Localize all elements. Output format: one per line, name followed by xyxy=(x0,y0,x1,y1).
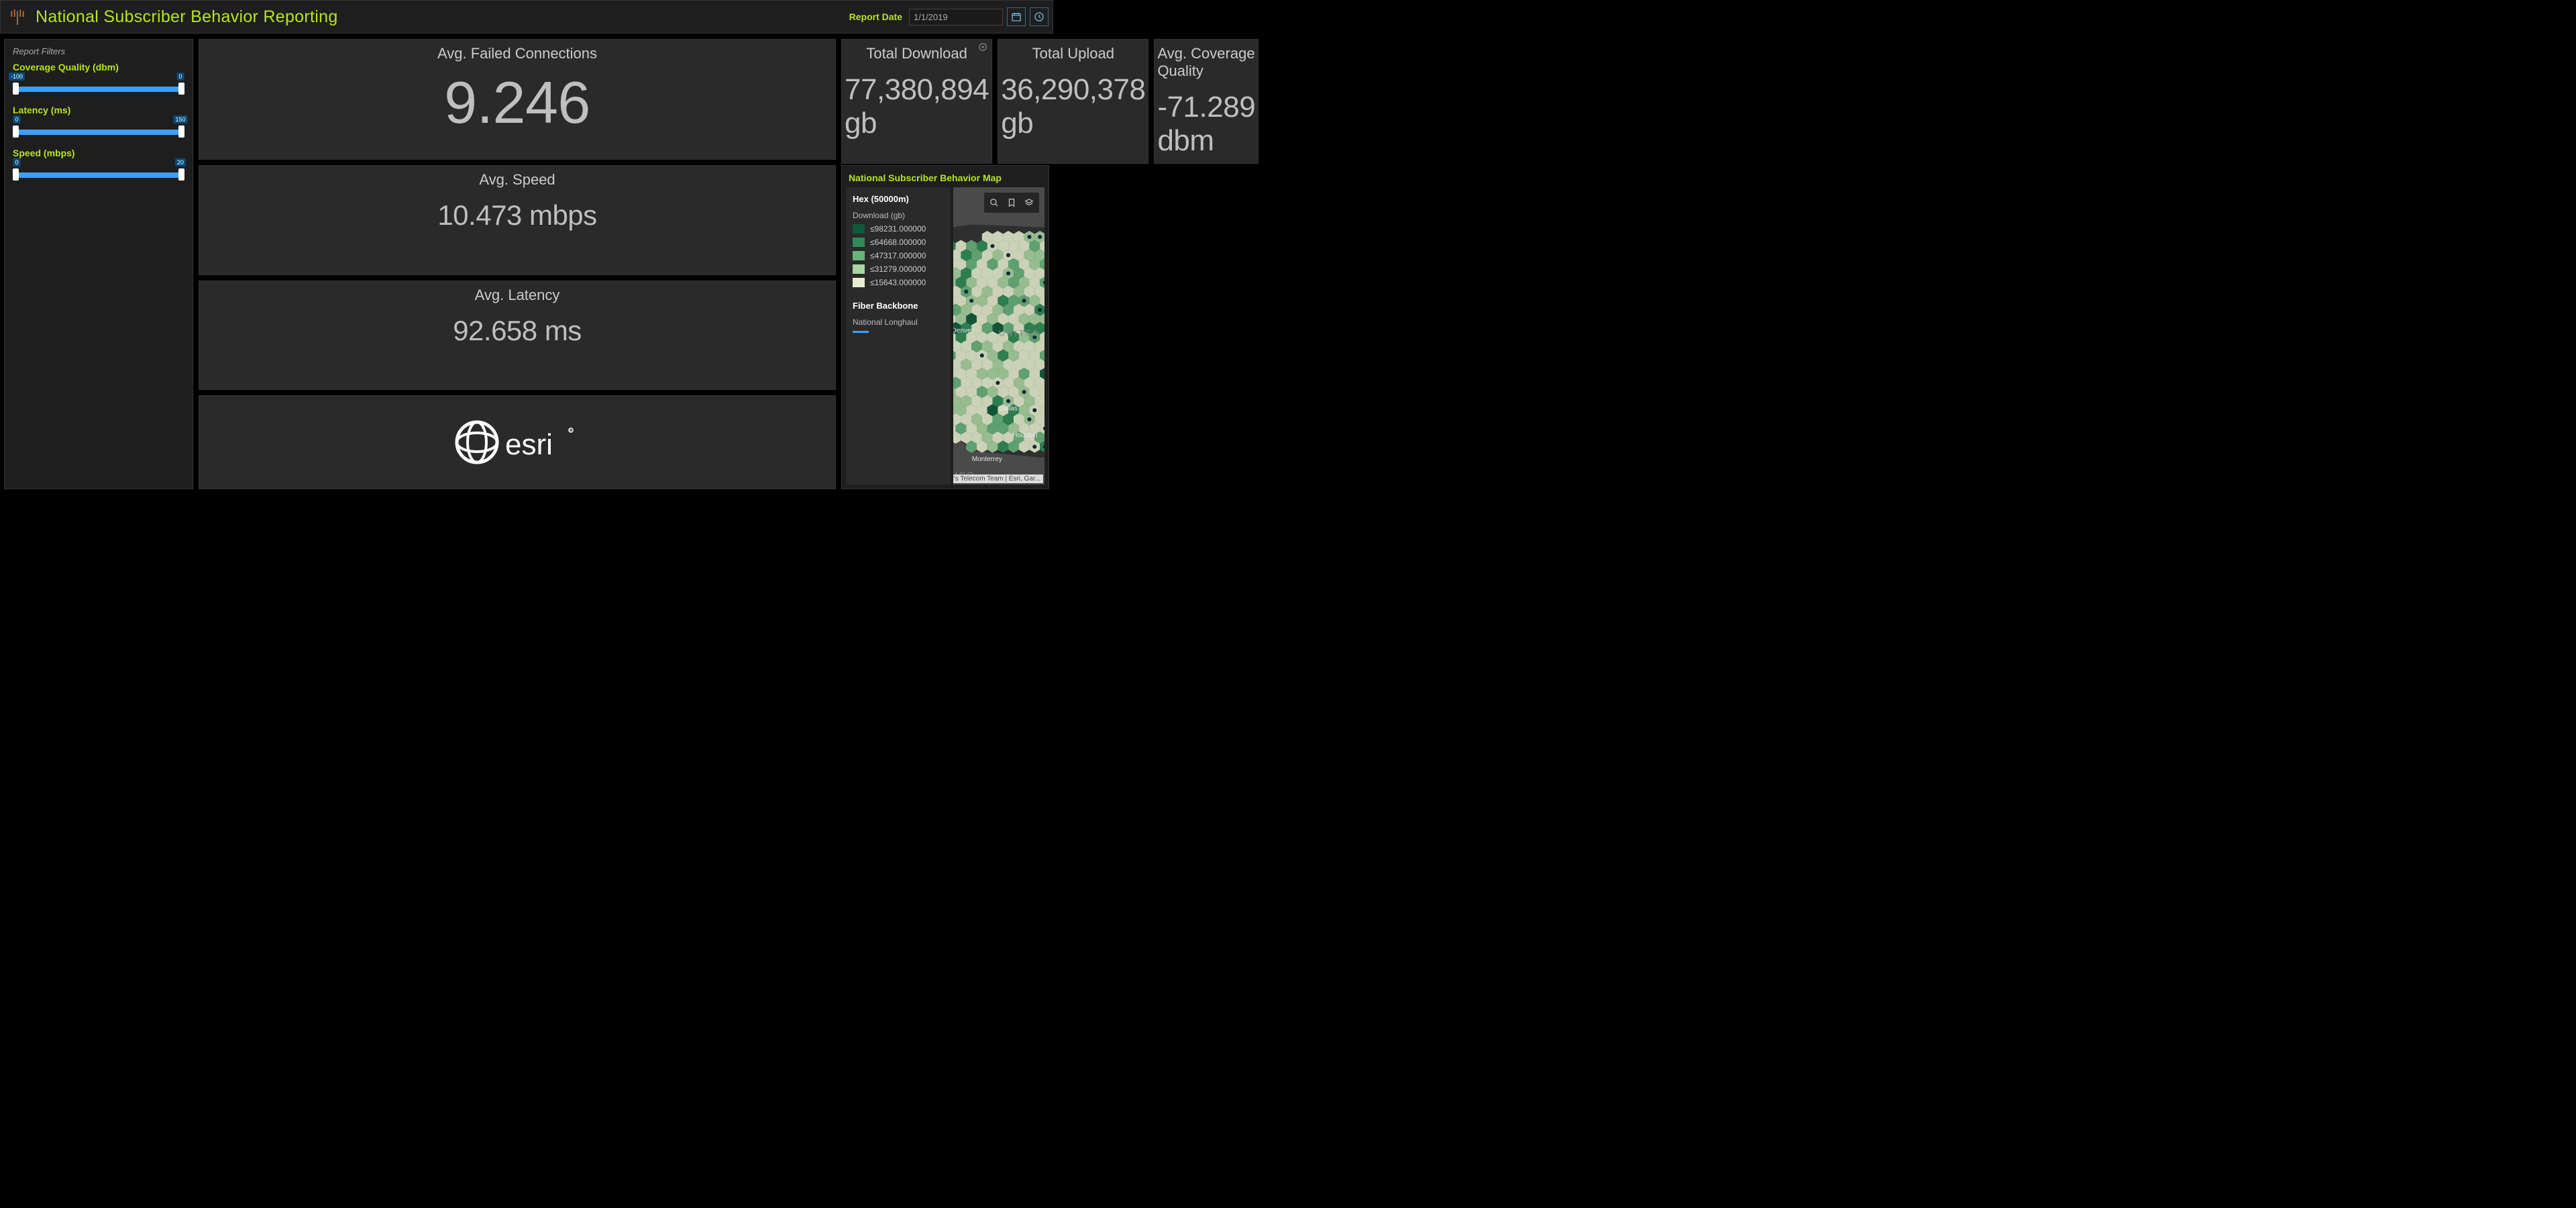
legend-layer-title: Hex (50000m) xyxy=(853,194,944,204)
metric-title: Avg. Failed Connections xyxy=(437,45,597,62)
metric-title: Total Upload xyxy=(1032,45,1114,62)
metric-value: 9.246 xyxy=(444,73,590,132)
layers-icon[interactable] xyxy=(1022,195,1036,210)
coverage-handle-min[interactable] xyxy=(13,83,19,95)
map-city-label: Dallas xyxy=(999,405,1018,412)
legend-class-item: ≤47317.000000 xyxy=(853,251,944,260)
map-canvas[interactable]: CalgaryVancouverSeattleSan FranciscoLos … xyxy=(953,187,1044,485)
coverage-min-badge: -100 xyxy=(9,72,25,81)
latency-handle-max[interactable] xyxy=(178,125,184,138)
esri-logo-icon: esri R xyxy=(450,415,584,469)
speed-handle-max[interactable] xyxy=(178,168,184,181)
map-city-label: Houston xyxy=(1012,432,1037,440)
app-logo-icon xyxy=(7,7,28,27)
speed-slider[interactable]: 0 20 xyxy=(13,169,184,179)
legend-field-label: Download (gb) xyxy=(853,211,944,220)
map-city-label: Denver xyxy=(953,327,974,334)
coverage-slider[interactable]: -100 0 xyxy=(13,83,184,93)
latency-slider[interactable]: 0 150 xyxy=(13,126,184,136)
bookmark-icon[interactable] xyxy=(1004,195,1019,210)
map-city-label: Monterrey xyxy=(972,456,1002,463)
filter-coverage: Coverage Quality (dbm) -100 0 xyxy=(13,62,184,93)
report-date-input[interactable] xyxy=(909,9,1003,26)
coverage-handle-max[interactable] xyxy=(178,83,184,95)
legend-swatch-icon xyxy=(853,264,865,274)
legend-swatch-icon xyxy=(853,224,865,234)
metric-title: Avg. Speed xyxy=(479,171,555,189)
metric-total-download: Total Download 77,380,894 gb xyxy=(841,39,992,164)
filter-speed-label: Speed (mbps) xyxy=(13,148,184,158)
metric-title: Total Download xyxy=(866,45,967,62)
filter-coverage-label: Coverage Quality (dbm) xyxy=(13,62,184,72)
speed-min-badge: 0 xyxy=(13,158,20,166)
legend-class-item: ≤15643.000000 xyxy=(853,278,944,287)
speed-max-badge: 20 xyxy=(175,158,186,166)
metric-value: 10.473 mbps xyxy=(437,199,596,232)
coverage-max-badge: 0 xyxy=(176,72,184,81)
metric-value: 92.658 ms xyxy=(453,315,582,347)
metric-title: Avg. Latency xyxy=(475,287,560,304)
speed-handle-min[interactable] xyxy=(13,168,19,181)
legend-class-label: ≤31279.000000 xyxy=(870,264,926,274)
filters-panel: Report Filters Coverage Quality (dbm) -1… xyxy=(4,39,193,489)
legend-fiber-line-icon xyxy=(853,331,869,333)
legend-swatch-icon xyxy=(853,238,865,247)
metric-avg-speed: Avg. Speed 10.473 mbps xyxy=(199,165,836,275)
metric-title: Avg. Coverage Quality xyxy=(1157,45,1255,80)
filter-latency: Latency (ms) 0 150 xyxy=(13,105,184,136)
legend-fiber-label: National Longhaul xyxy=(853,317,944,327)
map-toolbar xyxy=(984,193,1039,213)
map-section: National Subscriber Behavior Map Hex (50… xyxy=(841,165,1049,489)
filter-speed: Speed (mbps) 0 20 xyxy=(13,148,184,179)
latency-max-badge: 150 xyxy=(173,115,187,123)
map-city-label: UNITED STATES xyxy=(999,329,1044,338)
legend-class-item: ≤31279.000000 xyxy=(853,264,944,274)
expand-icon[interactable] xyxy=(978,42,989,53)
legend-class-label: ≤64668.000000 xyxy=(870,238,926,247)
map-legend-panel: Hex (50000m) Download (gb) ≤98231.000000… xyxy=(846,187,951,485)
latency-min-badge: 0 xyxy=(13,115,20,123)
metric-value: -71.289 dbm xyxy=(1157,91,1255,158)
metric-value: 77,380,894 gb xyxy=(845,73,989,140)
legend-class-label: ≤47317.000000 xyxy=(870,251,926,260)
metric-total-upload: Total Upload 36,290,378 gb xyxy=(998,39,1148,164)
legend-swatch-icon xyxy=(853,251,865,260)
app-header: National Subscriber Behavior Reporting R… xyxy=(0,0,1053,34)
metrics-top-row: Total Download 77,380,894 gb Total Uploa… xyxy=(841,39,1049,160)
metric-avg-failed: Avg. Failed Connections 9.246 xyxy=(199,39,836,160)
map-title: National Subscriber Behavior Map xyxy=(842,166,1049,187)
legend-class-item: ≤64668.000000 xyxy=(853,238,944,247)
report-date-label: Report Date xyxy=(849,11,902,22)
metric-value: 36,290,378 gb xyxy=(1001,73,1145,140)
brand-name: esri xyxy=(505,428,553,461)
right-column: Avg. Failed Connections 9.246 Avg. Speed… xyxy=(199,39,836,489)
app-title: National Subscriber Behavior Reporting xyxy=(36,7,338,27)
brand-logo-card: esri R xyxy=(199,395,836,489)
filters-title: Report Filters xyxy=(13,46,184,56)
legend-class-item: ≤98231.000000 xyxy=(853,224,944,234)
legend-class-label: ≤15643.000000 xyxy=(870,278,926,287)
filter-latency-label: Latency (ms) xyxy=(13,105,184,115)
calendar-icon[interactable] xyxy=(1007,7,1026,26)
latency-handle-min[interactable] xyxy=(13,125,19,138)
legend-class-label: ≤98231.000000 xyxy=(870,224,926,234)
search-icon[interactable] xyxy=(987,195,1002,210)
clock-icon[interactable] xyxy=(1030,7,1049,26)
map-attribution: Esri, Garmin, FAO, NOAA, EPA | Esri's Te… xyxy=(953,474,1043,483)
metric-avg-latency: Avg. Latency 92.658 ms xyxy=(199,281,836,391)
svg-text:R: R xyxy=(569,430,572,434)
legend-swatch-icon xyxy=(853,278,865,287)
legend-fiber-title: Fiber Backbone xyxy=(853,301,944,311)
metric-avg-coverage: Avg. Coverage Quality -71.289 dbm xyxy=(1154,39,1258,164)
